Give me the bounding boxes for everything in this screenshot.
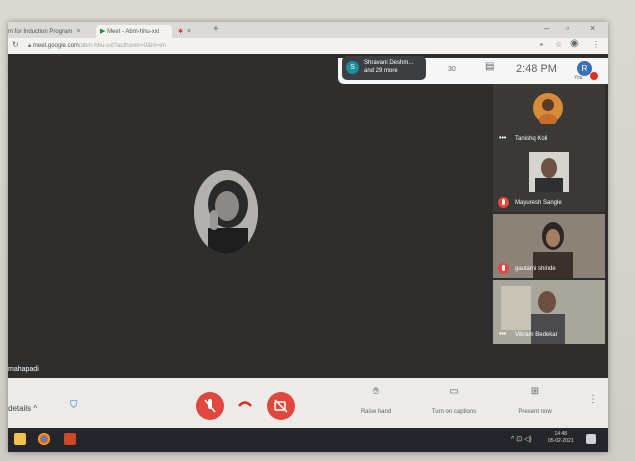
- participant-tile[interactable]: ••• Vikram Bedekar: [493, 280, 605, 344]
- video-feed: [529, 152, 569, 192]
- taskbar: ^ ⊡ ◁) 14:48 05-02-2021: [8, 428, 608, 452]
- people-icon[interactable]: 30: [448, 64, 456, 73]
- url-path: /abm-hhu-xxl?authuser=0&hl=en: [78, 43, 166, 49]
- participant-name: Shravani Deshm...: [364, 60, 414, 66]
- mic-off-icon: [498, 263, 509, 274]
- projection-wall: m for Induction Program × ▶ Meet - Abm-hh…: [0, 0, 635, 461]
- details-label: details: [8, 404, 32, 413]
- present-label: Present now: [518, 409, 552, 415]
- meet-icon: ▶: [100, 28, 106, 35]
- tab-label: Meet - Abm-hhu-xxl: [107, 29, 160, 35]
- account-icon[interactable]: ◉: [570, 38, 579, 49]
- system-tray[interactable]: ^ ⊡ ◁): [511, 435, 532, 443]
- taskbar-time: 14:48: [554, 431, 568, 437]
- tab-recording[interactable]: ✱ ×: [178, 25, 208, 38]
- participant-tile[interactable]: gautami shinde: [493, 214, 605, 278]
- minimize-button[interactable]: –: [544, 23, 549, 33]
- meeting-details-button[interactable]: details ^: [8, 404, 37, 413]
- raise-hand-label: Raise hand: [360, 409, 392, 415]
- hang-up-icon: [238, 401, 252, 407]
- captions-icon: ▭: [449, 386, 459, 397]
- url-field[interactable]: 🔒︎ meet.google.com/abm-hhu-xxl?authuser=…: [28, 40, 166, 52]
- mic-toggle-button[interactable]: [196, 392, 224, 420]
- present-icon: ⊞: [530, 386, 540, 397]
- tab-induction-program[interactable]: m for Induction Program ×: [8, 25, 93, 38]
- participant-name: Vikram Bedekar: [515, 332, 558, 338]
- tab-label: m for Induction Program: [8, 29, 73, 35]
- present-button[interactable]: ⊞ Present now: [505, 386, 565, 418]
- close-icon[interactable]: ×: [187, 28, 191, 35]
- recording-icon: ✱: [178, 29, 184, 35]
- captions-label: Turn on captions: [431, 409, 477, 415]
- mic-off-icon: [204, 399, 216, 413]
- meeting-controls-bar: details ^ ⛉ ✋︎ Raise hand ▭ Turn on capt…: [8, 378, 608, 428]
- hang-up-button[interactable]: [238, 400, 252, 411]
- mic-off-icon: [498, 197, 509, 208]
- new-tab-button[interactable]: +: [213, 24, 219, 35]
- chrome-icon[interactable]: [38, 433, 50, 445]
- address-bar: ↻ 🔒︎ meet.google.com/abm-hhu-xxl?authuse…: [8, 38, 608, 54]
- camera-toggle-button[interactable]: [267, 392, 295, 420]
- hand-icon: ✋︎: [373, 386, 379, 397]
- people-count: 30: [448, 66, 456, 73]
- participant-name: Mayuresh Sangle: [515, 200, 562, 206]
- participant-tile[interactable]: ••• Tanishq Koli: [493, 84, 605, 148]
- camera-permission-icon[interactable]: ▪: [540, 40, 543, 49]
- tab-bar: m for Induction Program × ▶ Meet - Abm-hh…: [8, 22, 608, 38]
- main-speaker-avatar: [194, 170, 258, 254]
- chevron-up-icon: ^: [33, 404, 38, 413]
- participant-tile[interactable]: Mayuresh Sangle: [493, 148, 605, 212]
- captions-button[interactable]: ▭ Turn on captions: [424, 386, 484, 418]
- browser-window: m for Induction Program × ▶ Meet - Abm-hh…: [8, 22, 608, 452]
- reload-icon[interactable]: ↻: [12, 40, 19, 49]
- menu-icon[interactable]: ⋮: [592, 40, 600, 49]
- participant-name: Tanishq Koli: [515, 136, 548, 142]
- close-icon[interactable]: ×: [76, 28, 80, 35]
- url-host: meet.google.com: [32, 43, 79, 49]
- participants-summary: Shravani Deshm... and 29 more: [364, 59, 413, 75]
- more-options-icon[interactable]: •••: [499, 331, 506, 338]
- taskbar-date: 05-02-2021: [548, 438, 574, 444]
- participant-name: gautami shinde: [515, 266, 556, 272]
- meeting-top-bar: S Shravani Deshm... and 29 more 30 ▤ 2:4…: [338, 56, 608, 84]
- maximize-button[interactable]: ▫: [566, 23, 569, 33]
- close-window-button[interactable]: ×: [590, 23, 595, 33]
- notification-badge: [590, 72, 598, 80]
- more-options-icon[interactable]: ⋮: [588, 394, 598, 405]
- you-label: You: [574, 75, 583, 81]
- chat-icon[interactable]: ▤: [485, 61, 494, 72]
- camera-off-icon: [274, 399, 288, 413]
- more-options-icon[interactable]: •••: [499, 135, 506, 142]
- notification-icon[interactable]: [586, 434, 596, 444]
- powerpoint-icon[interactable]: [64, 433, 76, 445]
- tab-meet[interactable]: ▶ Meet - Abm-hhu-xxl: [96, 25, 172, 38]
- meeting-clock: 2:48 PM: [516, 63, 557, 75]
- shield-icon[interactable]: ⛉: [70, 400, 78, 411]
- participant-more: and 29 more: [364, 68, 398, 74]
- main-speaker-name: mahapadi: [8, 366, 39, 373]
- file-explorer-icon[interactable]: [14, 433, 26, 445]
- lock-icon: 🔒︎: [28, 43, 32, 49]
- star-icon[interactable]: ☆: [555, 40, 562, 49]
- avatar: [533, 93, 563, 124]
- raise-hand-button[interactable]: ✋︎ Raise hand: [346, 386, 406, 418]
- participants-preview[interactable]: S Shravani Deshm... and 29 more: [342, 56, 426, 80]
- avatar: S: [346, 61, 359, 74]
- taskbar-clock[interactable]: 14:48 05-02-2021: [548, 431, 574, 445]
- person-portrait-icon: [194, 170, 258, 254]
